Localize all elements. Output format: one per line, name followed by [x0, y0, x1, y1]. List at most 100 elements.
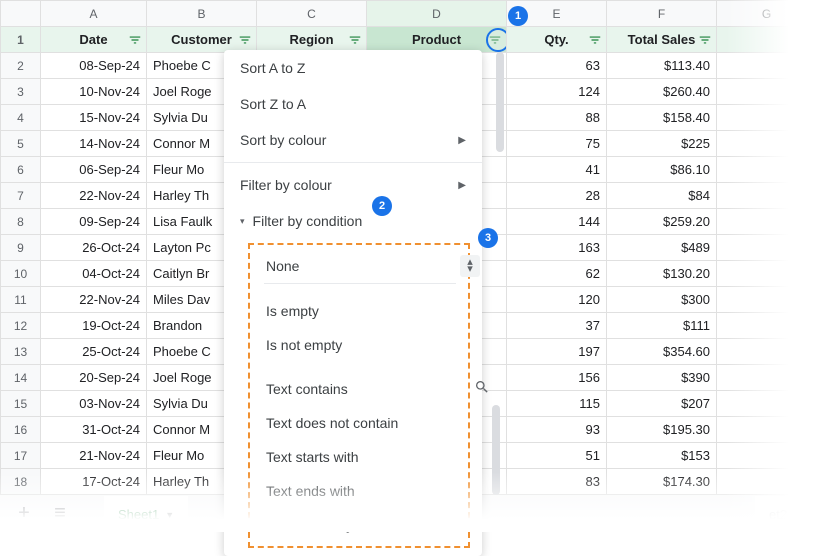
cell-date[interactable]: 08-Sep-24 — [41, 53, 147, 79]
cell-empty[interactable] — [717, 443, 816, 469]
cell-date[interactable]: 19-Oct-24 — [41, 313, 147, 339]
cell-date[interactable]: 04-Oct-24 — [41, 261, 147, 287]
tab-sheet2[interactable]: et2▼ — [755, 496, 816, 532]
cell-sales[interactable]: $158.40 — [607, 105, 717, 131]
cell-date[interactable]: 06-Sep-24 — [41, 157, 147, 183]
cell-date[interactable]: 03-Nov-24 — [41, 391, 147, 417]
filter-icon[interactable] — [698, 33, 712, 47]
filter-icon[interactable] — [588, 33, 602, 47]
filter-by-colour[interactable]: Filter by colour▶ — [224, 167, 482, 203]
cell-date[interactable]: 15-Nov-24 — [41, 105, 147, 131]
row-num[interactable]: 3 — [1, 79, 41, 105]
cell-qty[interactable]: 75 — [507, 131, 607, 157]
cell-sales[interactable]: $390 — [607, 365, 717, 391]
condition-is-empty[interactable]: Is empty — [250, 294, 468, 328]
row-num[interactable]: 12 — [1, 313, 41, 339]
header-region[interactable]: Region — [257, 27, 367, 53]
cell-qty[interactable]: 88 — [507, 105, 607, 131]
condition-is-not-empty[interactable]: Is not empty — [250, 328, 468, 362]
cell-empty[interactable] — [717, 469, 816, 495]
corner-cell[interactable] — [1, 1, 41, 27]
filter-icon[interactable] — [238, 33, 252, 47]
row-num[interactable]: 8 — [1, 209, 41, 235]
filter-icon[interactable] — [128, 33, 142, 47]
cell-empty[interactable] — [717, 261, 816, 287]
row-num[interactable]: 13 — [1, 339, 41, 365]
all-sheets-button[interactable]: ≡ — [44, 500, 76, 528]
col-b[interactable]: B — [147, 1, 257, 27]
cell-sales[interactable]: $111 — [607, 313, 717, 339]
row-num[interactable]: 14 — [1, 365, 41, 391]
cell-qty[interactable]: 37 — [507, 313, 607, 339]
cell-empty[interactable] — [717, 209, 816, 235]
condition-text-not-contain[interactable]: Text does not contain — [250, 406, 468, 440]
header-product[interactable]: Product — [367, 27, 507, 53]
cell-empty[interactable] — [717, 157, 816, 183]
row-num[interactable]: 16 — [1, 417, 41, 443]
sort-z-to-a[interactable]: Sort Z to A — [224, 86, 482, 122]
row-num[interactable]: 17 — [1, 443, 41, 469]
cell-sales[interactable]: $207 — [607, 391, 717, 417]
header-total-sales[interactable]: Total Sales — [607, 27, 717, 53]
cell-empty[interactable] — [717, 339, 816, 365]
cell-sales[interactable]: $489 — [607, 235, 717, 261]
condition-none[interactable]: None — [250, 249, 468, 283]
cell-date[interactable]: 26-Oct-24 — [41, 235, 147, 261]
filter-icon[interactable] — [348, 33, 362, 47]
cell-qty[interactable]: 120 — [507, 287, 607, 313]
cell-empty[interactable] — [717, 287, 816, 313]
cell-sales[interactable]: $225 — [607, 131, 717, 157]
cell-sales[interactable]: $354.60 — [607, 339, 717, 365]
cell-date[interactable]: 20-Sep-24 — [41, 365, 147, 391]
filter-by-condition[interactable]: Filter by condition — [224, 203, 482, 239]
sort-a-to-z[interactable]: Sort A to Z — [224, 50, 482, 86]
col-f[interactable]: F — [607, 1, 717, 27]
cell-date[interactable]: 25-Oct-24 — [41, 339, 147, 365]
row-num[interactable]: 4 — [1, 105, 41, 131]
condition-text-exactly[interactable]: Text is exactly — [250, 508, 468, 542]
cell-sales[interactable]: $300 — [607, 287, 717, 313]
search-icon[interactable] — [470, 375, 494, 399]
condition-text-contains[interactable]: Text contains — [250, 372, 468, 406]
cell-qty[interactable]: 144 — [507, 209, 607, 235]
cell-qty[interactable]: 62 — [507, 261, 607, 287]
cell-qty[interactable]: 163 — [507, 235, 607, 261]
cell-sales[interactable]: $130.20 — [607, 261, 717, 287]
cell-qty[interactable]: 41 — [507, 157, 607, 183]
col-g[interactable]: G — [717, 1, 816, 27]
cell-sales[interactable]: $153 — [607, 443, 717, 469]
cell-empty[interactable] — [717, 79, 816, 105]
condition-stepper[interactable]: ▴▾ — [460, 255, 480, 277]
col-d[interactable]: D — [367, 1, 507, 27]
cell-qty[interactable]: 93 — [507, 417, 607, 443]
tab-menu-arrow-icon[interactable]: ▼ — [793, 510, 802, 520]
cell-date[interactable]: 14-Nov-24 — [41, 131, 147, 157]
cell-empty[interactable] — [717, 365, 816, 391]
cell-sales[interactable]: $84 — [607, 183, 717, 209]
cell-date[interactable]: 09-Sep-24 — [41, 209, 147, 235]
cell-date[interactable]: 22-Nov-24 — [41, 287, 147, 313]
tab-menu-arrow-icon[interactable]: ▼ — [165, 510, 174, 520]
cell-empty[interactable] — [717, 183, 816, 209]
row-num[interactable]: 6 — [1, 157, 41, 183]
cell-sales[interactable]: $259.20 — [607, 209, 717, 235]
row-num[interactable]: 5 — [1, 131, 41, 157]
add-sheet-button[interactable]: + — [8, 500, 40, 528]
header-empty-g[interactable] — [717, 27, 816, 53]
row-num[interactable]: 18 — [1, 469, 41, 495]
row-num[interactable]: 11 — [1, 287, 41, 313]
cell-qty[interactable]: 51 — [507, 443, 607, 469]
header-qty[interactable]: Qty. — [507, 27, 607, 53]
row-num[interactable]: 7 — [1, 183, 41, 209]
cell-qty[interactable]: 28 — [507, 183, 607, 209]
row-num[interactable]: 10 — [1, 261, 41, 287]
sort-by-colour[interactable]: Sort by colour▶ — [224, 122, 482, 158]
condition-scrollbar[interactable] — [492, 405, 500, 495]
cell-date[interactable]: 31-Oct-24 — [41, 417, 147, 443]
cell-date[interactable]: 22-Nov-24 — [41, 183, 147, 209]
condition-text-starts[interactable]: Text starts with — [250, 440, 468, 474]
cell-empty[interactable] — [717, 313, 816, 339]
cell-empty[interactable] — [717, 53, 816, 79]
cell-sales[interactable]: $260.40 — [607, 79, 717, 105]
col-a[interactable]: A — [41, 1, 147, 27]
